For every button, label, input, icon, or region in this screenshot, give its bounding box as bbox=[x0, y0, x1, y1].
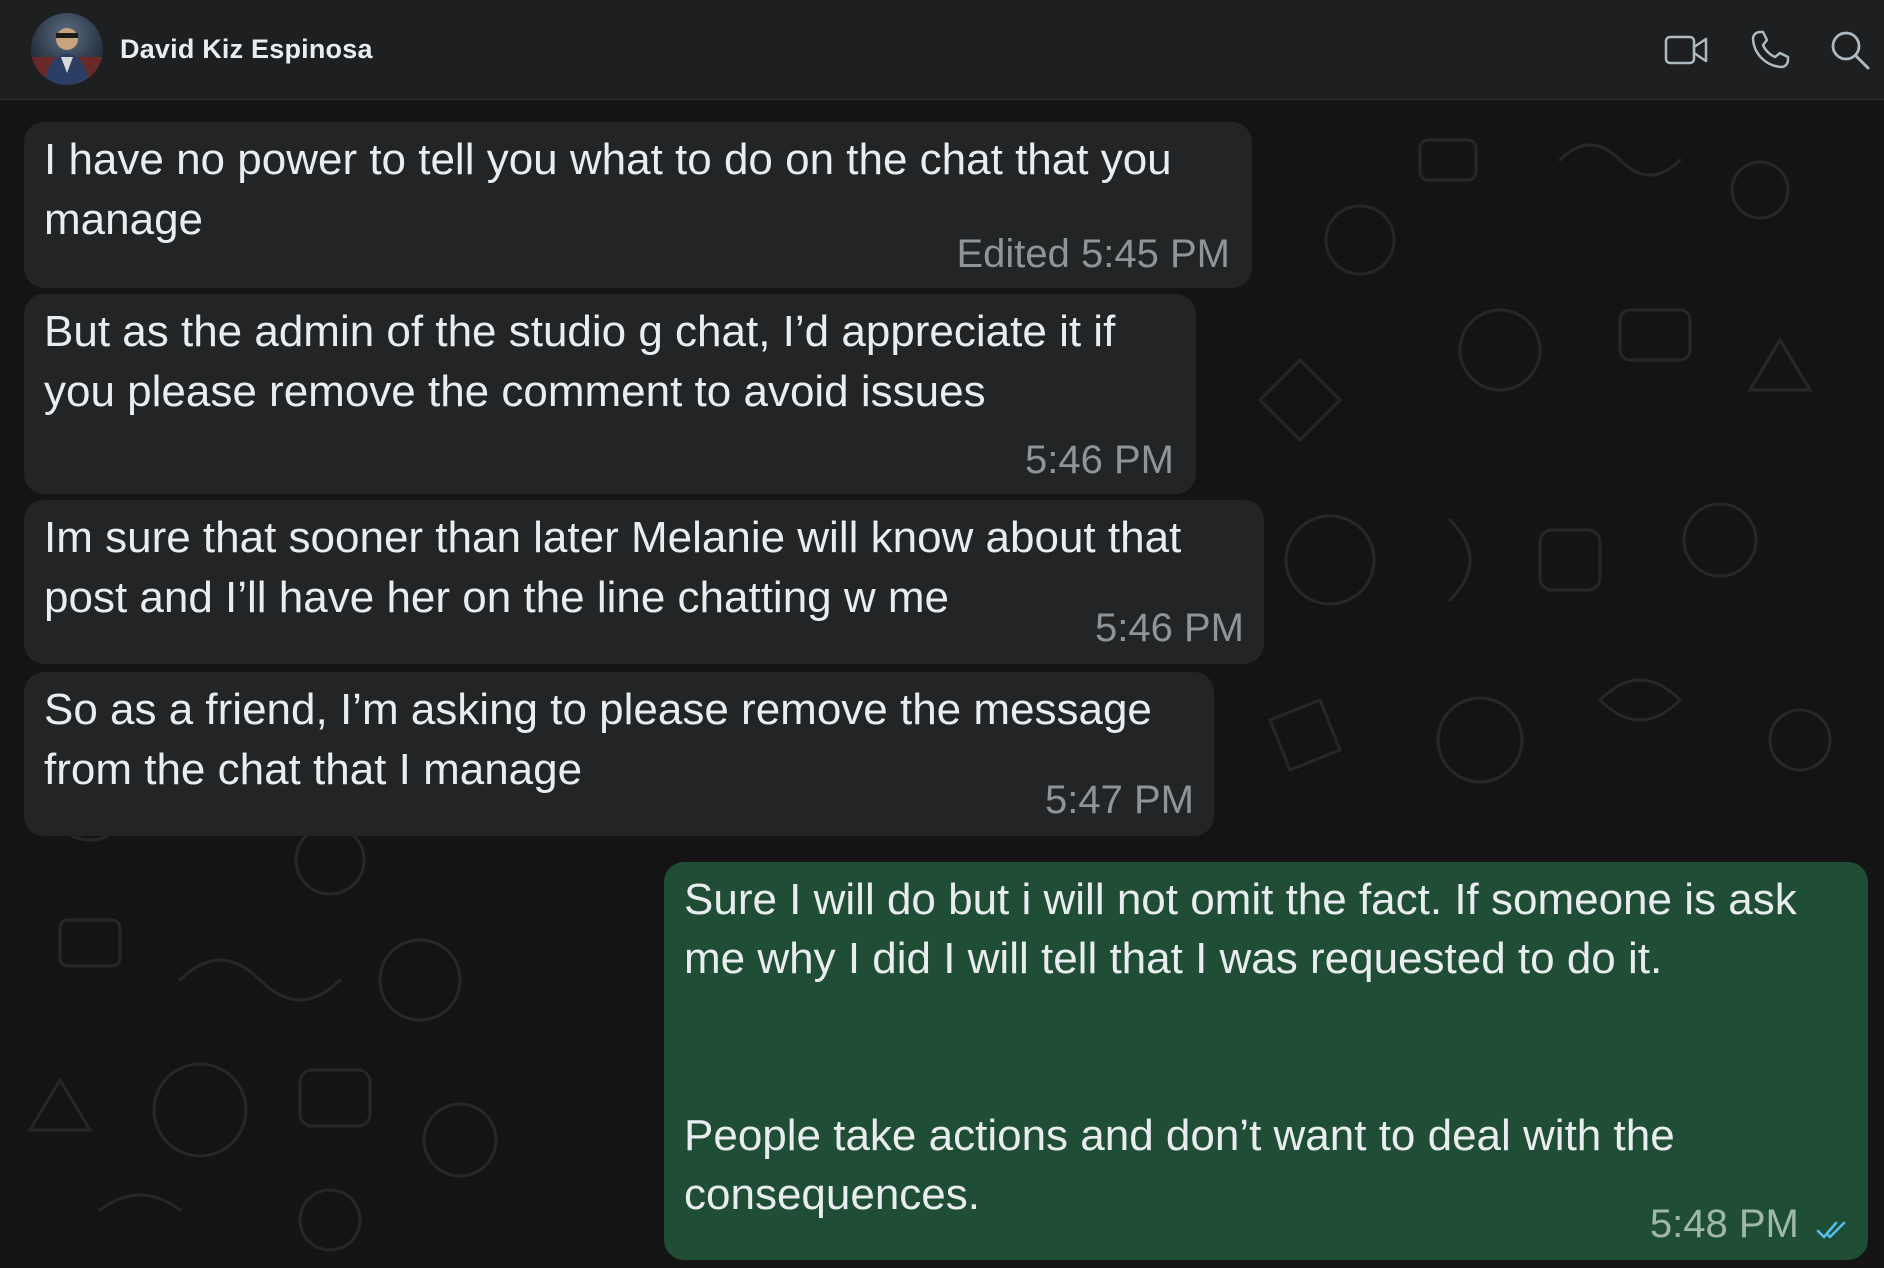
message-bubble-incoming[interactable]: I have no power to tell you what to do o… bbox=[24, 122, 1252, 288]
chat-window: David Kiz Espinosa I have no power to te… bbox=[0, 0, 1884, 1268]
edited-label: Edited bbox=[956, 232, 1070, 276]
message-time: 5:47 PM bbox=[1045, 778, 1194, 822]
message-text: But as the admin of the studio g chat, I… bbox=[44, 307, 1116, 416]
read-receipt-icon bbox=[1816, 1208, 1850, 1248]
message-bubble-outgoing[interactable]: Sure I will do but i will not omit the f… bbox=[664, 862, 1868, 1260]
message-meta: Edited 5:45 PM bbox=[956, 234, 1230, 274]
message-bubble-incoming[interactable]: So as a friend, I’m asking to please rem… bbox=[24, 672, 1214, 836]
message-bubble-incoming[interactable]: But as the admin of the studio g chat, I… bbox=[24, 294, 1196, 494]
message-list[interactable]: I have no power to tell you what to do o… bbox=[0, 100, 1884, 1268]
message-text: Sure I will do but i will not omit the f… bbox=[684, 875, 1797, 1219]
message-time: 5:46 PM bbox=[1095, 606, 1244, 650]
contact-name[interactable]: David Kiz Espinosa bbox=[120, 34, 373, 65]
message-meta: 5:47 PM bbox=[1045, 780, 1194, 820]
message-meta: 5:46 PM bbox=[1095, 608, 1244, 648]
search-icon[interactable] bbox=[1826, 26, 1874, 74]
message-text: Im sure that sooner than later Melanie w… bbox=[44, 513, 1182, 622]
message-text: So as a friend, I’m asking to please rem… bbox=[44, 685, 1152, 794]
message-meta: 5:46 PM bbox=[1025, 440, 1174, 480]
chat-header: David Kiz Espinosa bbox=[0, 0, 1884, 100]
message-time: 5:48 PM bbox=[1649, 1202, 1799, 1246]
message-time: 5:45 PM bbox=[1081, 232, 1230, 276]
message-time: 5:46 PM bbox=[1025, 438, 1174, 482]
message-meta: 5:48 PM bbox=[1650, 1204, 1850, 1248]
contact-avatar[interactable] bbox=[31, 13, 103, 85]
message-bubble-incoming[interactable]: Im sure that sooner than later Melanie w… bbox=[24, 500, 1264, 664]
phone-icon[interactable] bbox=[1746, 26, 1794, 74]
video-camera-icon[interactable] bbox=[1662, 26, 1710, 74]
